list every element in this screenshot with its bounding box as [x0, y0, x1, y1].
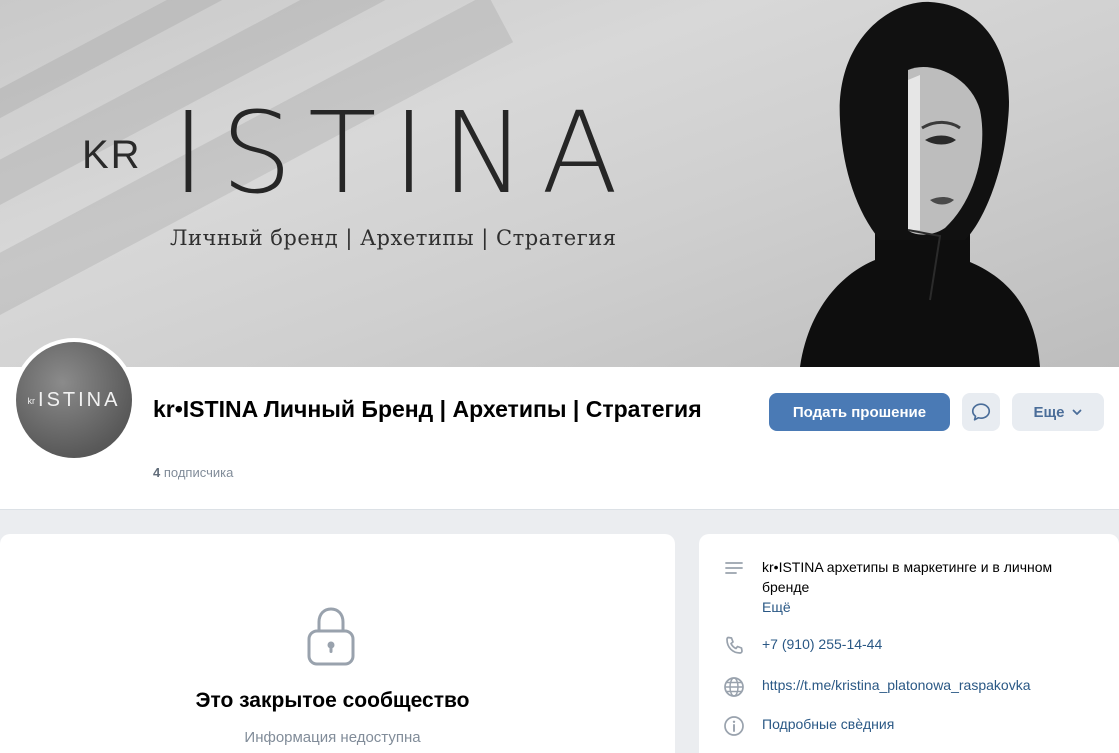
lock-icon — [307, 607, 355, 666]
description-lines-icon — [725, 562, 743, 574]
closed-community-subtitle: Информация недоступна — [244, 729, 421, 746]
request-join-button[interactable]: Подать прошение — [769, 393, 950, 431]
info-details-row: Подробные свѐдния — [722, 714, 894, 738]
cover-portrait — [800, 1, 1040, 367]
community-header — [0, 367, 1119, 510]
message-button[interactable] — [962, 393, 1000, 431]
website-link[interactable]: https://t.me/kristina_platonowa_raspakov… — [762, 675, 1030, 695]
closed-community-title: Это закрытое сообщество — [195, 689, 470, 712]
avatar-image: kr ISTINA — [16, 342, 132, 458]
globe-icon — [724, 677, 744, 697]
avatar-prefix: kr — [27, 396, 36, 406]
more-label: Еще — [1033, 403, 1065, 421]
more-button[interactable]: Еще — [1012, 393, 1104, 431]
cover-brand-title: ISTINA — [172, 89, 634, 219]
avatar-title: ISTINA — [38, 388, 121, 411]
community-avatar[interactable]: kr ISTINA — [12, 338, 136, 462]
info-description-row: kr•ISTINA архетипы в маркетинге и в личн… — [722, 557, 1082, 617]
info-circle-icon — [724, 716, 744, 736]
cover-tagline: Личный бренд | Архетипы | Стратегия — [170, 226, 617, 250]
subscribers-label: подписчика — [163, 465, 234, 480]
subscribers-count[interactable]: 4 подписчика — [153, 465, 233, 480]
cover-image: KR ISTINA Личный бренд | Архетипы | Стра… — [0, 0, 1119, 367]
community-name: kr•ISTINA Личный Бренд | Архетипы | Стра… — [153, 396, 702, 422]
chevron-down-icon — [1072, 409, 1081, 415]
info-phone-row: +7 (910) 255-14-44 — [722, 634, 882, 658]
cover-brand-prefix: KR — [82, 133, 142, 177]
phone-icon — [726, 636, 743, 654]
message-bubble-icon — [971, 403, 991, 421]
community-description: kr•ISTINA архетипы в маркетинге и в личн… — [762, 559, 1053, 595]
subscribers-number: 4 — [153, 465, 161, 480]
details-link[interactable]: Подробные свѐдния — [762, 714, 894, 734]
info-website-row: https://t.me/kristina_platonowa_raspakov… — [722, 675, 1030, 699]
description-more-link[interactable]: Ещё — [762, 597, 1082, 617]
phone-link[interactable]: +7 (910) 255-14-44 — [762, 634, 882, 654]
